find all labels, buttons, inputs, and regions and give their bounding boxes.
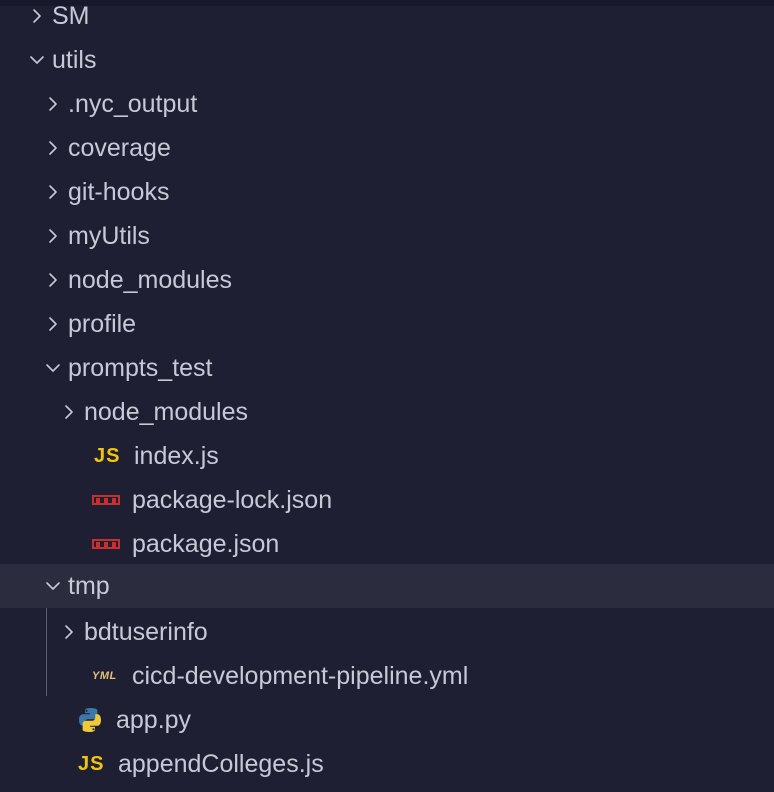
tree-item-git-hooks[interactable]: git-hooks	[0, 170, 774, 214]
npm-file-icon	[92, 532, 128, 556]
tree-item-label: node_modules	[84, 398, 249, 426]
npm-file-icon	[92, 488, 128, 512]
tree-item-appendcolleges-js[interactable]: JS appendColleges.js	[0, 742, 774, 786]
chevron-right-icon[interactable]	[42, 137, 64, 159]
yaml-file-icon: YML	[92, 670, 117, 682]
tree-item-label: tmp	[68, 572, 110, 600]
tree-item-node-modules[interactable]: node_modules	[0, 258, 774, 302]
tree-item-label: cicd-development-pipeline.yml	[132, 662, 469, 690]
tree-item-label: package.json	[132, 530, 280, 558]
tree-item-label: package-lock.json	[132, 486, 333, 514]
chevron-right-icon[interactable]	[42, 269, 64, 291]
javascript-file-icon: JS	[94, 444, 121, 467]
tree-item-label: coverage	[68, 134, 171, 162]
file-explorer: SM utils .nyc_output coverage git-hooks …	[0, 0, 774, 792]
tree-item-label: node_modules	[68, 266, 233, 294]
chevron-right-icon[interactable]	[58, 401, 80, 423]
tree-item-label: prompts_test	[68, 354, 213, 382]
tree-item-nyc-output[interactable]: .nyc_output	[0, 82, 774, 126]
chevron-right-icon[interactable]	[42, 93, 64, 115]
tree-item-label: index.js	[134, 442, 219, 470]
tree-item-index-js[interactable]: JS index.js	[0, 434, 774, 478]
chevron-right-icon[interactable]	[58, 621, 80, 643]
tree-item-label: bdtuserinfo	[84, 618, 208, 646]
tree-item-label: appendColleges.js	[118, 750, 324, 778]
tree-item-app-py[interactable]: app.py	[0, 698, 774, 742]
tree-item-profile[interactable]: profile	[0, 302, 774, 346]
tree-item-tmp[interactable]: tmp	[0, 564, 774, 608]
tree-item-prompts-node-modules[interactable]: node_modules	[0, 390, 774, 434]
tree-item-label: utils	[52, 46, 97, 74]
chevron-down-icon[interactable]	[42, 575, 64, 597]
tree-item-cicd-pipeline-yml[interactable]: YML cicd-development-pipeline.yml	[0, 654, 774, 698]
panel-top-border	[0, 0, 774, 6]
tree-item-utils[interactable]: utils	[0, 38, 774, 82]
javascript-file-icon: JS	[78, 752, 105, 775]
chevron-right-icon[interactable]	[42, 313, 64, 335]
tree-item-package-json[interactable]: package.json	[0, 522, 774, 566]
chevron-right-icon[interactable]	[26, 5, 48, 27]
tree-item-prompts-test[interactable]: prompts_test	[0, 346, 774, 390]
chevron-down-icon[interactable]	[42, 357, 64, 379]
tree-item-bdtuserinfo[interactable]: bdtuserinfo	[0, 610, 774, 654]
chevron-right-icon[interactable]	[42, 181, 64, 203]
python-file-icon	[76, 708, 112, 732]
tree-item-label: .nyc_output	[68, 90, 198, 118]
tree-item-label: profile	[68, 310, 137, 338]
tree-item-label: app.py	[116, 706, 192, 734]
chevron-right-icon[interactable]	[42, 225, 64, 247]
tree-item-label: git-hooks	[68, 178, 170, 206]
tree-item-myutils[interactable]: myUtils	[0, 214, 774, 258]
tree-item-package-lock-json[interactable]: package-lock.json	[0, 478, 774, 522]
chevron-down-icon[interactable]	[26, 49, 48, 71]
tree-item-coverage[interactable]: coverage	[0, 126, 774, 170]
tree-item-label: myUtils	[68, 222, 150, 250]
